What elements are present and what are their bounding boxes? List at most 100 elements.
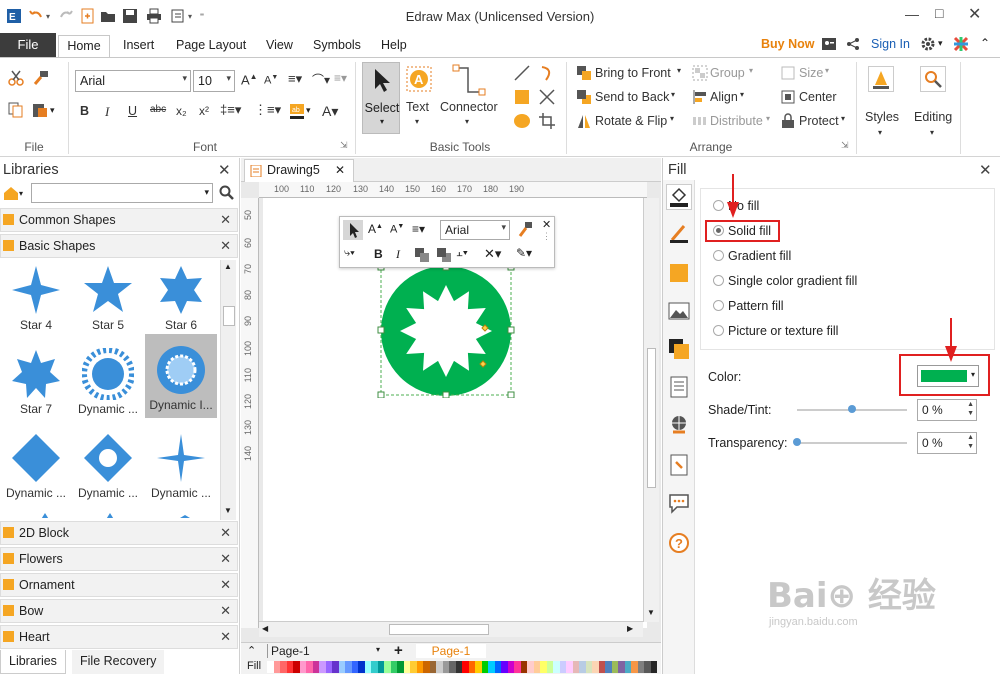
select-tool-button[interactable]: Select ▾	[362, 62, 400, 134]
app-launcher-icon[interactable]	[953, 36, 969, 52]
tab-insert[interactable]: Insert	[123, 38, 154, 52]
rotate-flip-button[interactable]: Rotate & Flip	[595, 114, 667, 128]
editing-button[interactable]: Editing	[914, 110, 952, 124]
crop-tool-icon[interactable]	[538, 112, 556, 130]
horizontal-scroll-thumb[interactable]	[389, 624, 489, 635]
protect-button[interactable]: Protect	[799, 114, 839, 128]
page-bar-collapse-icon[interactable]: ⌃	[247, 644, 256, 657]
distribute-button[interactable]: Distribute	[710, 114, 763, 128]
library-section-flowers[interactable]: Flowers ✕	[0, 547, 238, 571]
copy-icon[interactable]	[8, 102, 24, 118]
library-section-common-shapes[interactable]: Common Shapes ✕	[0, 208, 238, 232]
collapse-ribbon-icon[interactable]: ⌃	[980, 36, 990, 50]
dynamic-inner-star-shape[interactable]	[377, 258, 517, 398]
send-to-back-button[interactable]: Send to Back	[595, 90, 669, 104]
floating-close-icon[interactable]: ✕	[542, 218, 551, 231]
shade-tint-input[interactable]: 0 % ▲ ▼	[917, 399, 977, 421]
radio-single-color-gradient-fill[interactable]	[713, 275, 724, 286]
minimize-icon[interactable]: —	[905, 6, 919, 22]
library-section-ornament[interactable]: Ornament ✕	[0, 573, 238, 597]
align-dropdown-icon[interactable]: ▾	[740, 90, 744, 99]
tab-page-layout[interactable]: Page Layout	[176, 38, 246, 52]
floating-connector-icon[interactable]: ⤷▾	[344, 247, 355, 260]
close-icon[interactable]: ✕	[220, 577, 231, 593]
line-style-icon[interactable]	[668, 222, 690, 244]
floating-bring-front-icon[interactable]	[414, 247, 430, 263]
connector-tool-icon[interactable]	[452, 64, 486, 96]
close-icon[interactable]: ✕	[220, 629, 231, 645]
italic-icon[interactable]: I	[105, 104, 109, 120]
styles-dropdown-icon[interactable]: ▾	[878, 128, 882, 137]
strikethrough-icon[interactable]: abc	[150, 104, 166, 115]
cut-icon[interactable]	[8, 70, 24, 86]
floating-grip-icon[interactable]: ⋮	[542, 231, 551, 242]
protect-dropdown-icon[interactable]: ▾	[841, 114, 845, 123]
line-spacing-icon[interactable]: ⌒▾	[312, 71, 330, 88]
align-text-icon[interactable]: ≡▾	[288, 71, 302, 87]
library-home-dropdown-icon[interactable]: ▾	[19, 189, 23, 198]
bold-icon[interactable]: B	[80, 104, 89, 118]
shape-dynamic-sparkle[interactable]: Dynamic ...	[145, 426, 217, 508]
floating-send-back-icon[interactable]	[436, 247, 452, 263]
maximize-icon[interactable]: □	[935, 5, 943, 21]
page-select-dropdown-icon[interactable]: ▾	[376, 645, 380, 654]
close-icon[interactable]: ✕	[220, 525, 231, 541]
close-icon[interactable]: ✕	[220, 212, 231, 228]
subscript-icon[interactable]: x₂	[176, 104, 187, 118]
arrange-dialog-launcher-icon[interactable]: ⇲	[841, 140, 849, 151]
underline-icon[interactable]: U	[128, 104, 137, 118]
sign-in-link[interactable]: Sign In	[871, 37, 910, 51]
shadow-icon[interactable]	[668, 262, 690, 284]
connector-dropdown-icon[interactable]: ▾	[465, 117, 469, 126]
shape-dynamic-frame[interactable]: Dynamic ...	[72, 426, 144, 508]
radio-pattern-fill[interactable]	[713, 300, 724, 311]
paragraph-spacing-icon[interactable]: ‡≡▾	[220, 102, 241, 118]
shape-star-4[interactable]: Star 4	[0, 258, 72, 340]
fill-panel-close-icon[interactable]: ✕	[979, 161, 992, 179]
fill-bucket-icon[interactable]	[666, 184, 692, 210]
shape-star-6[interactable]: Star 6	[145, 258, 217, 340]
add-page-icon[interactable]: +	[394, 642, 403, 659]
font-family-select[interactable]: Arial ▾	[75, 70, 191, 92]
floating-format-painter-icon[interactable]	[516, 221, 534, 239]
tab-help[interactable]: Help	[381, 38, 407, 52]
scroll-down-icon[interactable]: ▼	[647, 608, 655, 617]
search-icon[interactable]	[219, 185, 235, 201]
star-ring-shape[interactable]	[381, 266, 511, 396]
text-tool-label[interactable]: Text	[406, 100, 429, 114]
grow-font-icon[interactable]: A▲	[241, 72, 258, 87]
libraries-close-icon[interactable]: ✕	[218, 161, 231, 179]
shape-dynamic-star[interactable]: Dynamic ...	[72, 342, 144, 424]
connector-tool-label[interactable]: Connector	[440, 100, 498, 114]
shade-tint-stepper-icon[interactable]: ▲ ▼	[967, 400, 974, 418]
ellipse-tool-icon[interactable]	[513, 112, 531, 130]
library-scrollbar[interactable]: ▲ ▼	[220, 260, 236, 520]
text-tool-icon[interactable]: A	[406, 66, 432, 92]
shape-star-5[interactable]: Star 5	[72, 258, 144, 340]
page-properties-icon[interactable]	[668, 376, 690, 398]
vertical-scroll-thumb[interactable]	[647, 348, 656, 488]
font-dialog-launcher-icon[interactable]: ⇲	[340, 140, 348, 151]
floating-italic-icon[interactable]: I	[396, 247, 400, 262]
canvas-vertical-scrollbar[interactable]: ▼	[643, 198, 659, 622]
radio-no-fill[interactable]	[713, 200, 724, 211]
search-editing-icon[interactable]	[920, 66, 946, 92]
layer-icon[interactable]	[668, 338, 690, 360]
close-icon[interactable]: ✕	[220, 238, 231, 254]
settings-dropdown-icon[interactable]: ▾	[938, 38, 943, 49]
superscript-icon[interactable]: x²	[199, 104, 209, 118]
line-tool-icon[interactable]	[513, 64, 531, 82]
shape-star-7[interactable]: Star 7	[0, 342, 72, 424]
document-tab[interactable]: Drawing5 ✕	[244, 159, 354, 182]
bullets-icon[interactable]: ⋮≡▾	[254, 102, 281, 118]
radio-picture-texture-fill[interactable]	[713, 325, 724, 336]
canvas-horizontal-scrollbar[interactable]: ◀ ▶	[259, 621, 643, 637]
color-dropdown-icon[interactable]: ▾	[971, 370, 975, 379]
close-icon[interactable]: ✕	[220, 551, 231, 567]
palette-swatch[interactable]	[650, 661, 657, 673]
scrollbar-thumb[interactable]	[223, 306, 235, 326]
option-picture-texture-fill[interactable]: Picture or texture fill	[713, 324, 838, 338]
transparency-stepper-icon[interactable]: ▲ ▼	[967, 433, 974, 451]
text-dropdown-icon[interactable]: ▾	[415, 117, 419, 126]
account-icon[interactable]	[822, 37, 836, 51]
